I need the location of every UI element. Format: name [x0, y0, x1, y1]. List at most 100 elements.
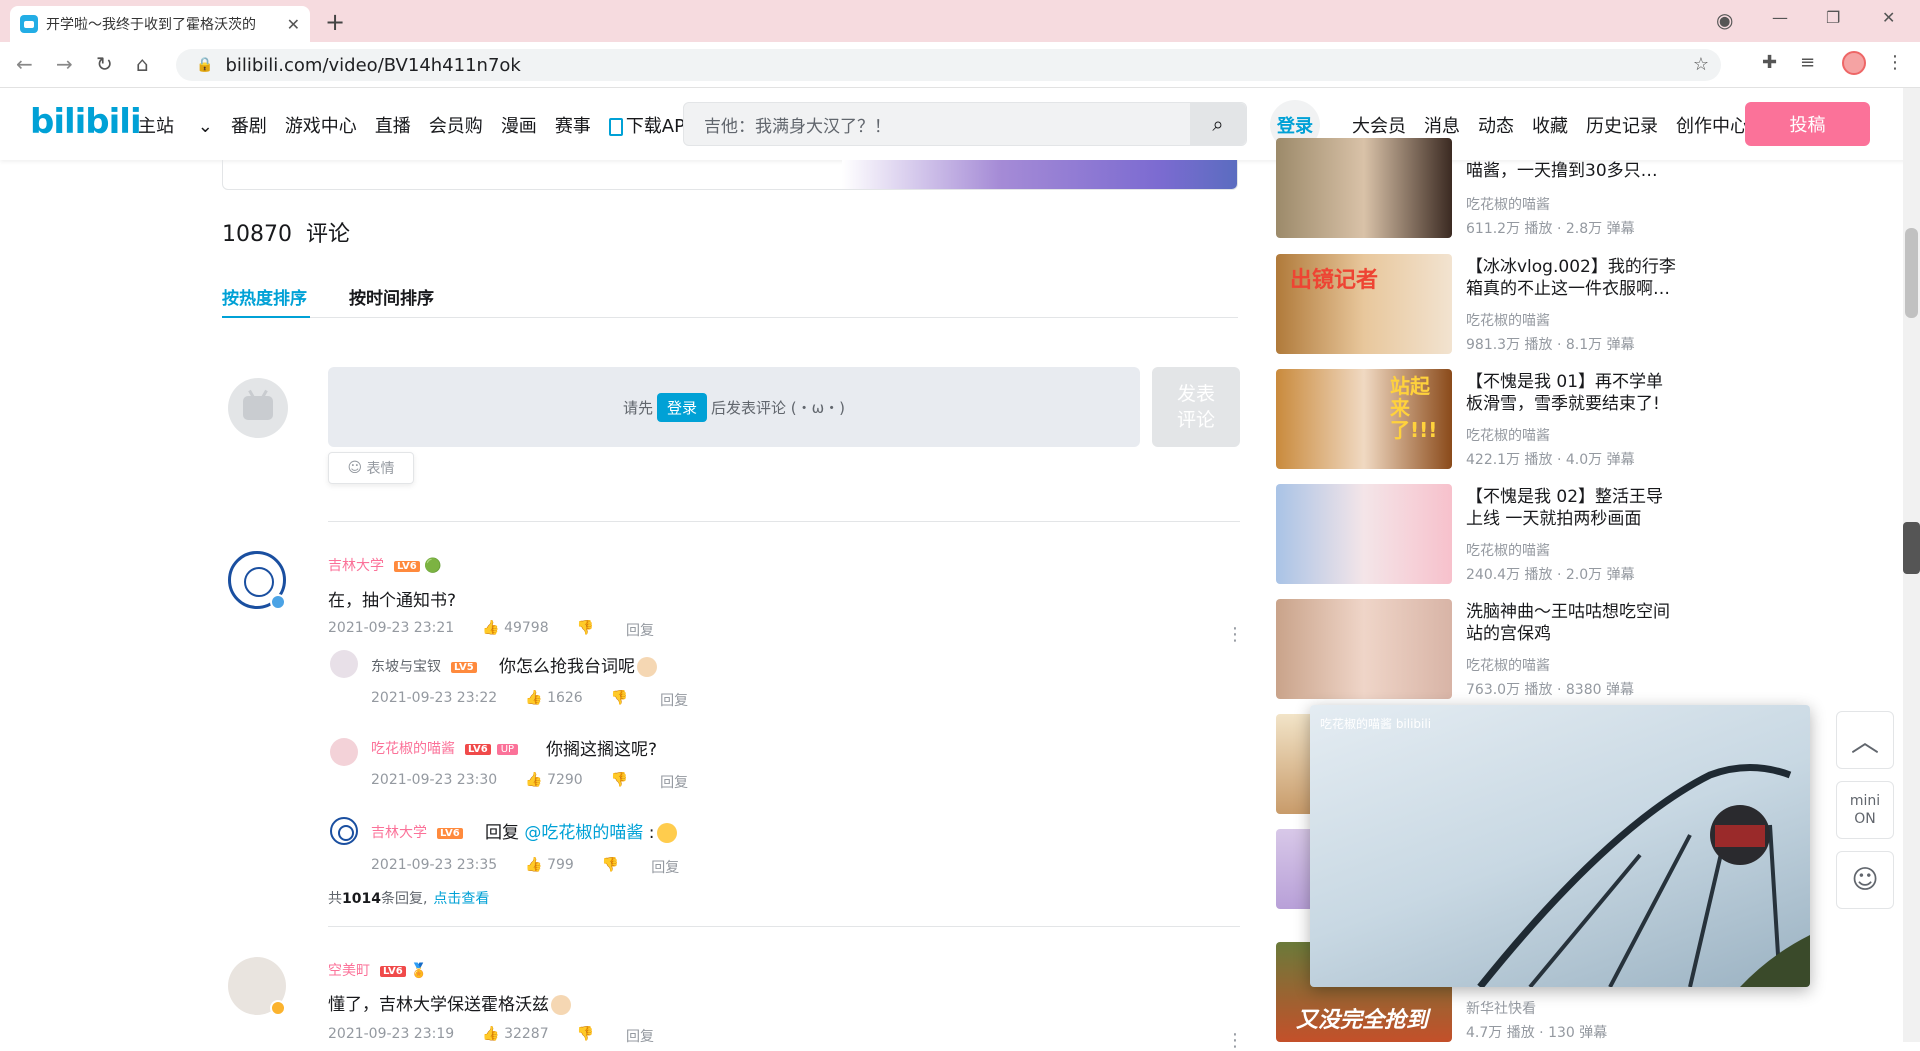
- nav-item-shop[interactable]: 会员购: [429, 112, 483, 138]
- view-replies-link[interactable]: 点击查看: [433, 891, 489, 907]
- comment-time: 2021-09-23 23:21: [328, 620, 455, 636]
- related-video[interactable]: 【不愧是我 02】整活王导上线 一天就拍两秒画面 吃花椒的喵酱 240.4万 播…: [1276, 484, 1676, 584]
- dislike-icon[interactable]: 👎: [577, 620, 594, 640]
- video-thumbnail: [1276, 484, 1452, 584]
- more-options-icon[interactable]: ⋮: [1226, 624, 1244, 645]
- customer-service-icon[interactable]: ☺: [1836, 851, 1894, 909]
- bilibili-logo[interactable]: bilibili: [30, 102, 142, 142]
- browser-tab[interactable]: 开学啦～我终于收到了霍格沃茨的 ✕: [10, 6, 310, 42]
- nav-vip[interactable]: 大会员: [1352, 112, 1406, 138]
- ad-banner[interactable]: [222, 160, 1238, 190]
- dislike-icon[interactable]: 👎: [602, 857, 619, 877]
- new-tab-button[interactable]: +: [325, 8, 345, 36]
- forward-icon[interactable]: →: [56, 52, 73, 76]
- reply-username[interactable]: 东坡与宝钗 LV5: [371, 656, 477, 676]
- video-thumbnail: [1276, 138, 1452, 238]
- comment-count: 10870 评论: [222, 222, 351, 247]
- nav-favorites[interactable]: 收藏: [1532, 112, 1568, 138]
- reload-icon[interactable]: ↻: [96, 52, 113, 76]
- window-close-button[interactable]: ✕: [1882, 8, 1895, 27]
- reply-text: 你怎么抢我台词呢: [499, 652, 657, 677]
- url-text: bilibili.com/video/BV14h411n7ok: [225, 54, 521, 76]
- related-video[interactable]: 出镜记者 【冰冰vlog.002】我的行李箱真的不止这一件衣服啊… 吃花椒的喵酱…: [1276, 254, 1676, 354]
- maximize-button[interactable]: ❐: [1826, 8, 1840, 27]
- related-video[interactable]: 洗脑神曲～王咕咕想吃空间站的宫保鸡 吃花椒的喵酱 763.0万 播放 · 838…: [1276, 599, 1676, 699]
- mention-link[interactable]: @吃花椒的喵酱: [524, 823, 643, 843]
- reply-button[interactable]: 回复: [651, 857, 679, 877]
- reading-list-icon[interactable]: ≡: [1800, 52, 1815, 73]
- reply-avatar[interactable]: [330, 738, 358, 766]
- verified-badge-icon: [270, 594, 286, 610]
- roller-coaster-image: [1477, 764, 1810, 987]
- comment-input[interactable]: 请先 登录 后发表评论 (・ω・): [328, 367, 1140, 447]
- bookmark-star-icon[interactable]: ☆: [1693, 54, 1709, 75]
- mini-player[interactable]: 吃花椒的喵酱 bilibili: [1310, 705, 1810, 987]
- video-thumbnail: 出镜记者: [1276, 254, 1452, 354]
- nav-history[interactable]: 历史记录: [1586, 112, 1658, 138]
- post-comment-button[interactable]: 发表 评论: [1152, 367, 1240, 447]
- reply-username[interactable]: 吉林大学 LV6: [371, 822, 463, 842]
- like-button[interactable]: 👍 1626: [525, 690, 583, 710]
- sort-tabs: 按热度排序 按时间排序: [222, 282, 1238, 318]
- profile-avatar[interactable]: [1842, 51, 1866, 75]
- nav-item-live[interactable]: 直播: [375, 112, 411, 138]
- like-button[interactable]: 👍 49798: [482, 620, 548, 640]
- reply-avatar[interactable]: [330, 817, 358, 845]
- tab-search-icon[interactable]: ◉: [1716, 8, 1733, 32]
- nav-item-games[interactable]: 游戏中心: [285, 112, 357, 138]
- like-button[interactable]: 👍 32287: [482, 1026, 548, 1046]
- minimize-button[interactable]: —: [1772, 8, 1788, 27]
- dislike-icon[interactable]: 👎: [577, 1026, 594, 1046]
- nav-dynamics[interactable]: 动态: [1478, 112, 1514, 138]
- phone-icon: [608, 118, 623, 136]
- reply-button[interactable]: 回复: [660, 690, 688, 710]
- reply-button[interactable]: 回复: [626, 1026, 654, 1046]
- smile-icon: ☺: [347, 460, 367, 476]
- sort-by-hot[interactable]: 按热度排序: [222, 284, 310, 318]
- tab-close-icon[interactable]: ✕: [287, 15, 300, 34]
- comment-username[interactable]: 空美町 LV6 🏅: [328, 960, 428, 980]
- reply-meta: 2021-09-23 23:30 👍 7290 👎 回复: [371, 772, 689, 792]
- nav-item-manga[interactable]: 漫画: [501, 112, 537, 138]
- scrollbar-thumb[interactable]: [1905, 228, 1918, 318]
- search-icon[interactable]: ⌕: [1190, 103, 1246, 145]
- nav-item-anime[interactable]: 番剧: [231, 112, 267, 138]
- nav-item-esports[interactable]: 赛事: [555, 112, 591, 138]
- more-options-icon[interactable]: ⋮: [1226, 1030, 1244, 1051]
- back-icon[interactable]: ←: [16, 52, 33, 76]
- tv-icon: [243, 396, 273, 420]
- video-thumbnail: 站起来了!!!: [1276, 369, 1452, 469]
- reply-button[interactable]: 回复: [660, 772, 688, 792]
- like-button[interactable]: 👍 7290: [525, 772, 583, 792]
- sort-by-time[interactable]: 按时间排序: [349, 284, 434, 309]
- back-to-top-button[interactable]: ︿: [1836, 711, 1894, 769]
- divider: [328, 926, 1240, 927]
- like-button[interactable]: 👍 799: [525, 857, 574, 877]
- menu-kebab-icon[interactable]: ⋮: [1886, 52, 1904, 73]
- side-handle[interactable]: [1903, 522, 1920, 574]
- my-avatar: [228, 378, 288, 438]
- upload-button[interactable]: 投稿: [1745, 102, 1870, 146]
- reply-meta: 2021-09-23 23:35 👍 799 👎 回复: [371, 857, 680, 877]
- reply-button[interactable]: 回复: [626, 620, 654, 640]
- reply-username[interactable]: 吃花椒的喵酱 LV6 UP: [371, 738, 519, 758]
- comment-meta: 2021-09-23 23:21 👍 49798 👎 回复: [328, 620, 654, 640]
- mini-player-toggle[interactable]: mini ON: [1836, 781, 1894, 839]
- extensions-icon[interactable]: ✚: [1762, 52, 1777, 73]
- comment-username[interactable]: 吉林大学 LV6 🟢: [328, 555, 442, 575]
- search-input[interactable]: 吉他：我满身大汉了？！: [684, 112, 1190, 137]
- search-bar[interactable]: 吉他：我满身大汉了？！ ⌕: [683, 102, 1247, 146]
- nav-messages[interactable]: 消息: [1424, 112, 1460, 138]
- nav-item-main[interactable]: 主站 ⌄: [138, 112, 213, 138]
- related-video[interactable]: 站起来了!!! 【不愧是我 01】再不学单板滑雪，雪季就要结束了! 吃花椒的喵酱…: [1276, 369, 1676, 469]
- nav-creator-center[interactable]: 创作中心: [1676, 112, 1748, 138]
- url-field[interactable]: 🔒 bilibili.com/video/BV14h411n7ok ☆: [176, 49, 1721, 81]
- emoji-button[interactable]: ☺ 表情: [328, 452, 414, 484]
- reply-avatar[interactable]: [330, 650, 358, 678]
- home-icon[interactable]: ⌂: [136, 52, 149, 76]
- login-link-button[interactable]: 登录: [656, 392, 707, 422]
- dislike-icon[interactable]: 👎: [611, 772, 628, 792]
- divider: [328, 521, 1240, 522]
- related-video[interactable]: 喵酱，一天撸到30多只… 吃花椒的喵酱 611.2万 播放 · 2.8万 弹幕: [1276, 138, 1676, 238]
- dislike-icon[interactable]: 👎: [611, 690, 628, 710]
